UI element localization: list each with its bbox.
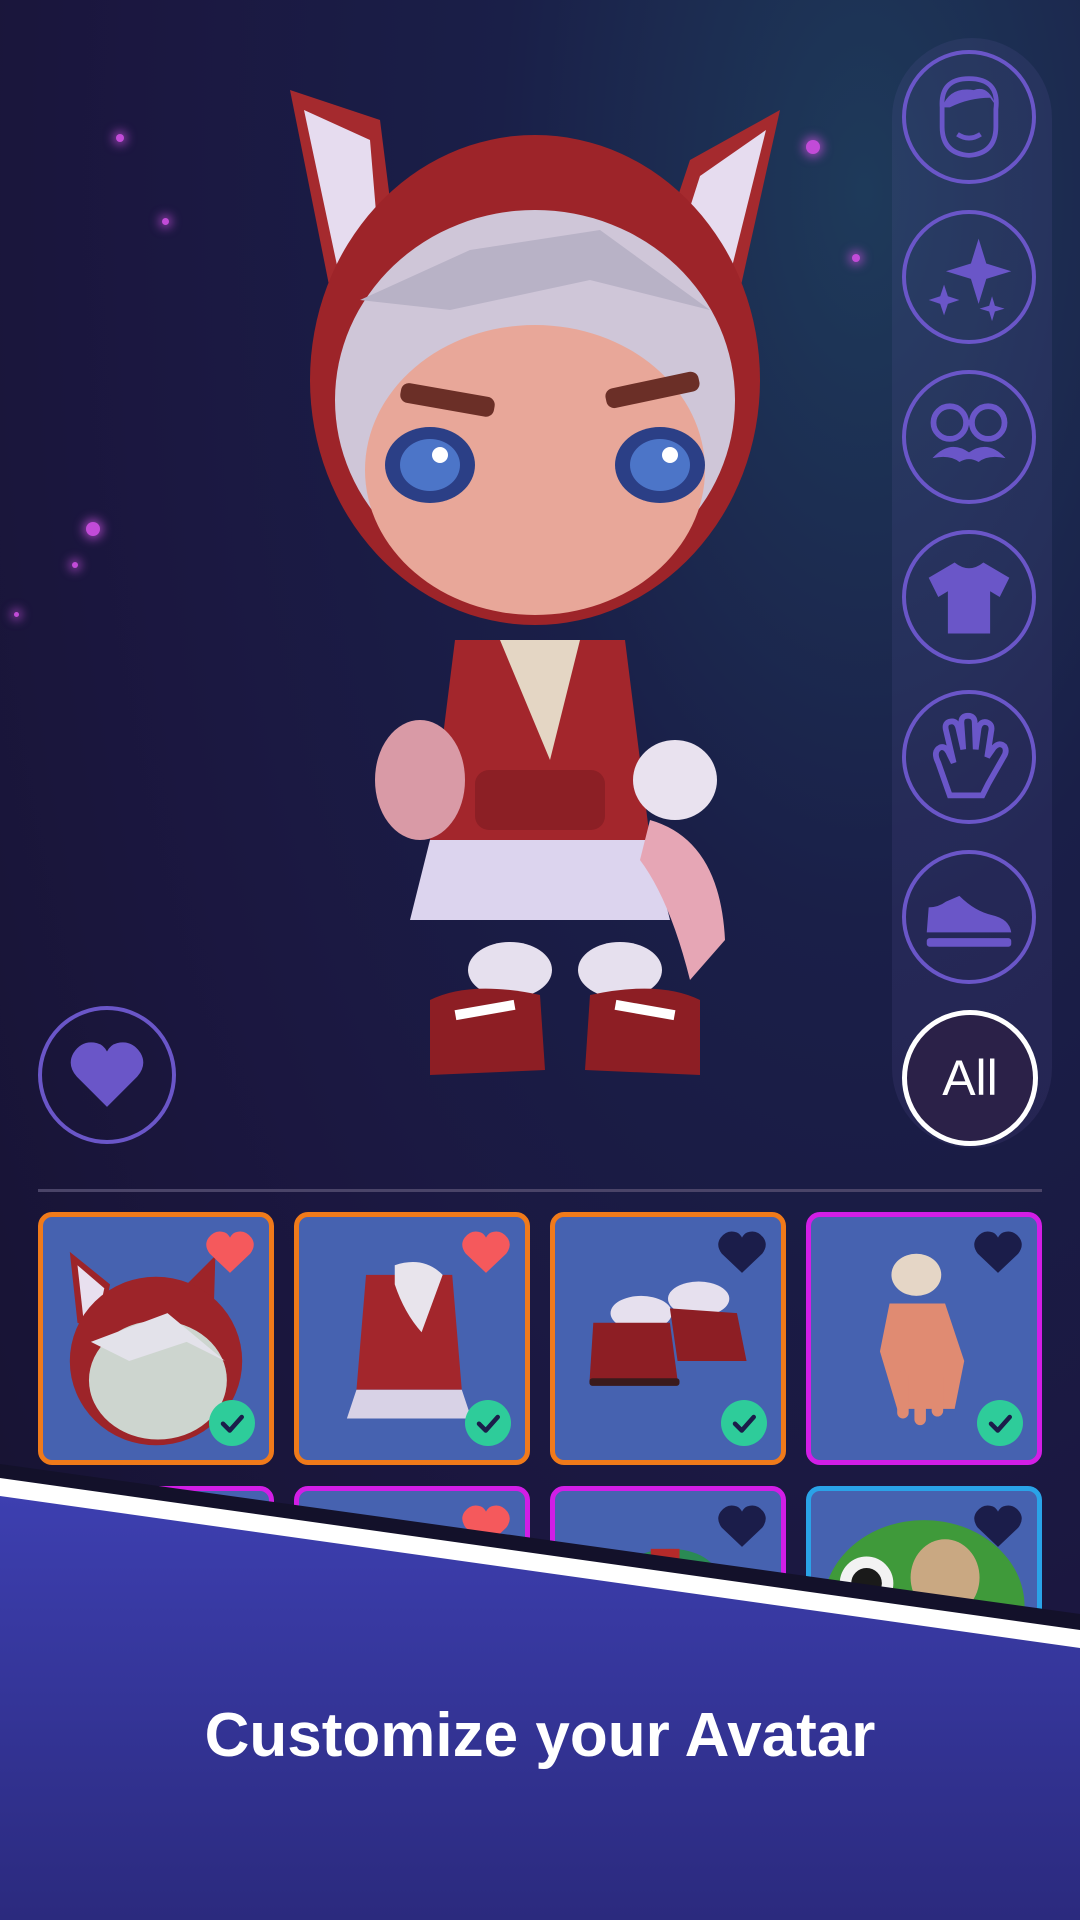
item-fox-hood[interactable]	[38, 1212, 274, 1465]
favorite-heart-icon[interactable]	[971, 1501, 1025, 1549]
favorite-heart-icon[interactable]	[203, 1227, 257, 1275]
glasses-mustache-icon	[930, 403, 1008, 462]
owned-check-icon	[721, 1400, 767, 1446]
sparkle	[162, 218, 169, 225]
favorite-heart-icon[interactable]	[715, 1501, 769, 1549]
favorite-heart-icon[interactable]	[715, 1227, 769, 1275]
favorite-heart-icon[interactable]	[971, 1227, 1025, 1275]
all-button-label: All	[942, 1050, 998, 1106]
owned-check-icon	[209, 1400, 255, 1446]
sparkles-icon	[928, 238, 1012, 322]
divider	[38, 1189, 1042, 1192]
sparkle	[72, 562, 78, 568]
sneaker-icon	[926, 895, 1012, 947]
favorite-heart-icon[interactable]	[459, 1227, 513, 1275]
favorite-heart-icon[interactable]	[459, 1501, 513, 1549]
owned-check-icon	[977, 1400, 1023, 1446]
face-icon	[939, 76, 999, 158]
sparkle	[86, 522, 100, 536]
avatar-character[interactable]	[270, 80, 810, 1100]
head-category-button[interactable]	[902, 50, 1036, 184]
item-red-boots[interactable]	[550, 1212, 786, 1465]
favorites-filter-button[interactable]	[38, 1006, 176, 1144]
owned-check-icon	[465, 1400, 511, 1446]
effects-category-button[interactable]	[902, 210, 1036, 344]
sparkle	[852, 254, 860, 262]
shoes-category-button[interactable]	[902, 850, 1036, 984]
sparkle	[14, 612, 19, 617]
glove-icon	[932, 712, 1009, 799]
banner-headline: Customize your Avatar	[204, 1701, 876, 1770]
face-accessories-category-button[interactable]	[902, 370, 1036, 504]
all-categories-button[interactable]: All	[902, 1010, 1038, 1146]
sparkle	[116, 134, 124, 142]
item-pink-hand[interactable]	[806, 1212, 1042, 1465]
tshirt-icon	[928, 562, 1010, 634]
heart-icon	[70, 1042, 144, 1107]
item-red-hoodie[interactable]	[294, 1212, 530, 1465]
gloves-category-button[interactable]	[902, 690, 1036, 824]
tops-category-button[interactable]	[902, 530, 1036, 664]
